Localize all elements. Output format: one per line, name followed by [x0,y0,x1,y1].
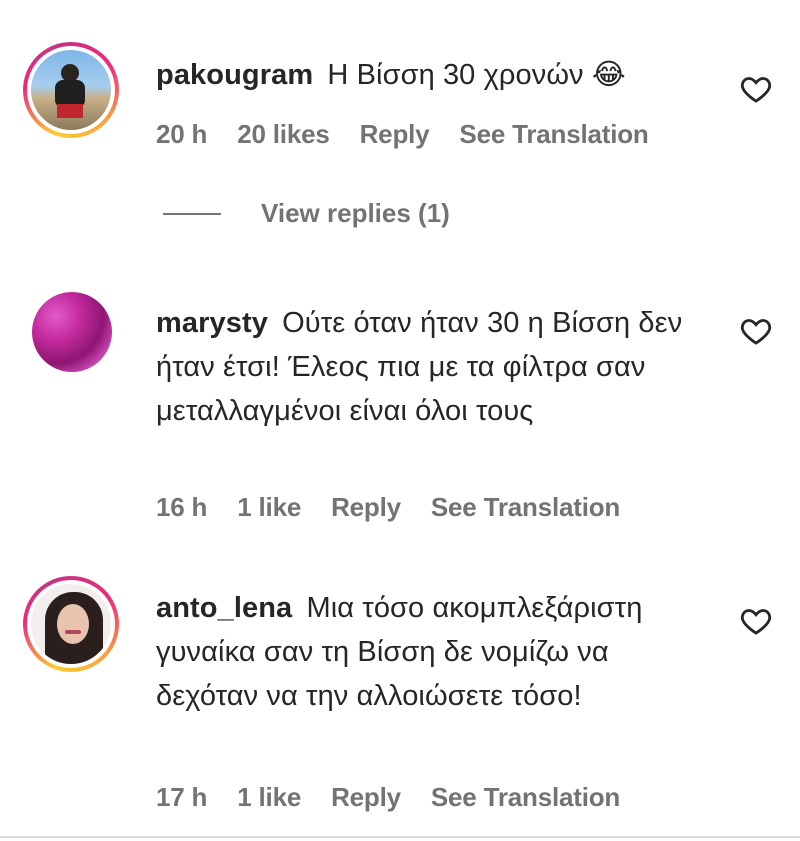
reply-button[interactable]: Reply [331,492,401,523]
comment-username[interactable]: anto_lena [156,592,292,624]
comment-text: Η Βίσση 30 χρονών [327,59,584,91]
avatar-photo [31,584,111,664]
comment-time[interactable]: 17 h [156,782,207,813]
comment-time[interactable]: 20 h [156,119,207,150]
comment-username[interactable]: marysty [156,307,268,339]
see-translation-button[interactable]: See Translation [431,782,620,813]
reply-button[interactable]: Reply [360,119,430,150]
view-replies-label: View replies (1) [261,198,450,228]
heart-icon[interactable] [738,72,774,106]
heart-icon[interactable] [738,314,774,348]
heart-icon[interactable] [738,604,774,638]
avatar-photo [31,50,111,130]
bottom-divider [0,836,800,838]
avatar[interactable] [23,576,119,672]
see-translation-button[interactable]: See Translation [431,492,620,523]
comment-time[interactable]: 16 h [156,492,207,523]
avatar[interactable] [23,42,119,138]
comment-username[interactable]: pakougram [156,59,313,91]
reply-button[interactable]: Reply [331,782,401,813]
avatar-photo [32,292,112,372]
replies-divider [163,212,221,215]
view-replies-button[interactable]: View replies (1) [163,198,450,229]
laughing-emoji: 😂 [591,57,626,91]
comment-likes[interactable]: 1 like [237,782,301,813]
comment-likes[interactable]: 20 likes [237,119,330,150]
comment-likes[interactable]: 1 like [237,492,301,523]
avatar[interactable] [32,292,112,372]
see-translation-button[interactable]: See Translation [459,119,648,150]
